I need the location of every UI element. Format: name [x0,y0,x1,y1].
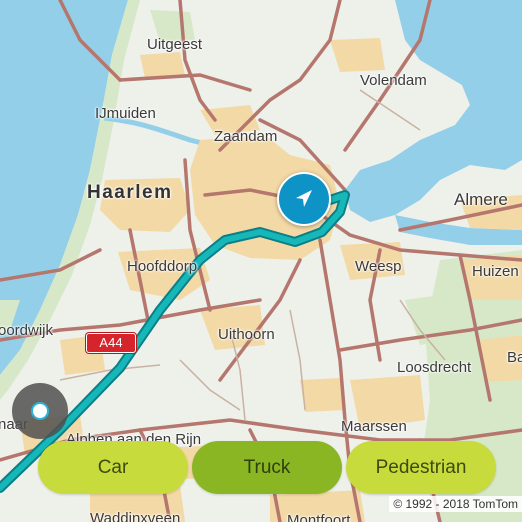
place-label: Maarssen [341,418,407,435]
place-label: IJmuiden [95,105,156,122]
place-label: Almere [454,190,508,209]
place-label: Loosdrecht [397,359,472,376]
place-label: Waddinxveen [90,510,181,522]
place-label: Hoofddorp [127,258,198,275]
place-label: Haarlem [87,182,173,203]
place-label: Zaandam [214,128,278,145]
road-shield-a44: A44 [86,333,136,353]
truck-mode-button[interactable]: Truck [192,441,342,494]
place-label: Uithoorn [218,326,275,343]
place-label: Volendam [360,72,427,89]
place-label: Weesp [355,258,402,275]
place-label: Uitgeest [147,36,203,53]
travel-mode-selector: Car Truck Pedestrian [38,441,498,494]
car-mode-button[interactable]: Car [38,441,188,494]
current-location-marker[interactable] [12,383,68,439]
gps-location-icon [31,402,49,420]
place-label: oordwijk [0,322,54,339]
place-label: Huizen [472,263,519,280]
place-label: Ba [507,349,522,366]
pedestrian-mode-button[interactable]: Pedestrian [346,441,496,494]
destination-marker[interactable] [277,172,331,226]
navigation-arrow-icon [296,190,312,207]
copyright-notice: © 1992 - 2018 TomTom [389,496,522,512]
place-label: Montfoort [287,512,351,522]
map-view[interactable]: Uitgeest Volendam IJmuiden Zaandam Haarl… [0,0,522,522]
